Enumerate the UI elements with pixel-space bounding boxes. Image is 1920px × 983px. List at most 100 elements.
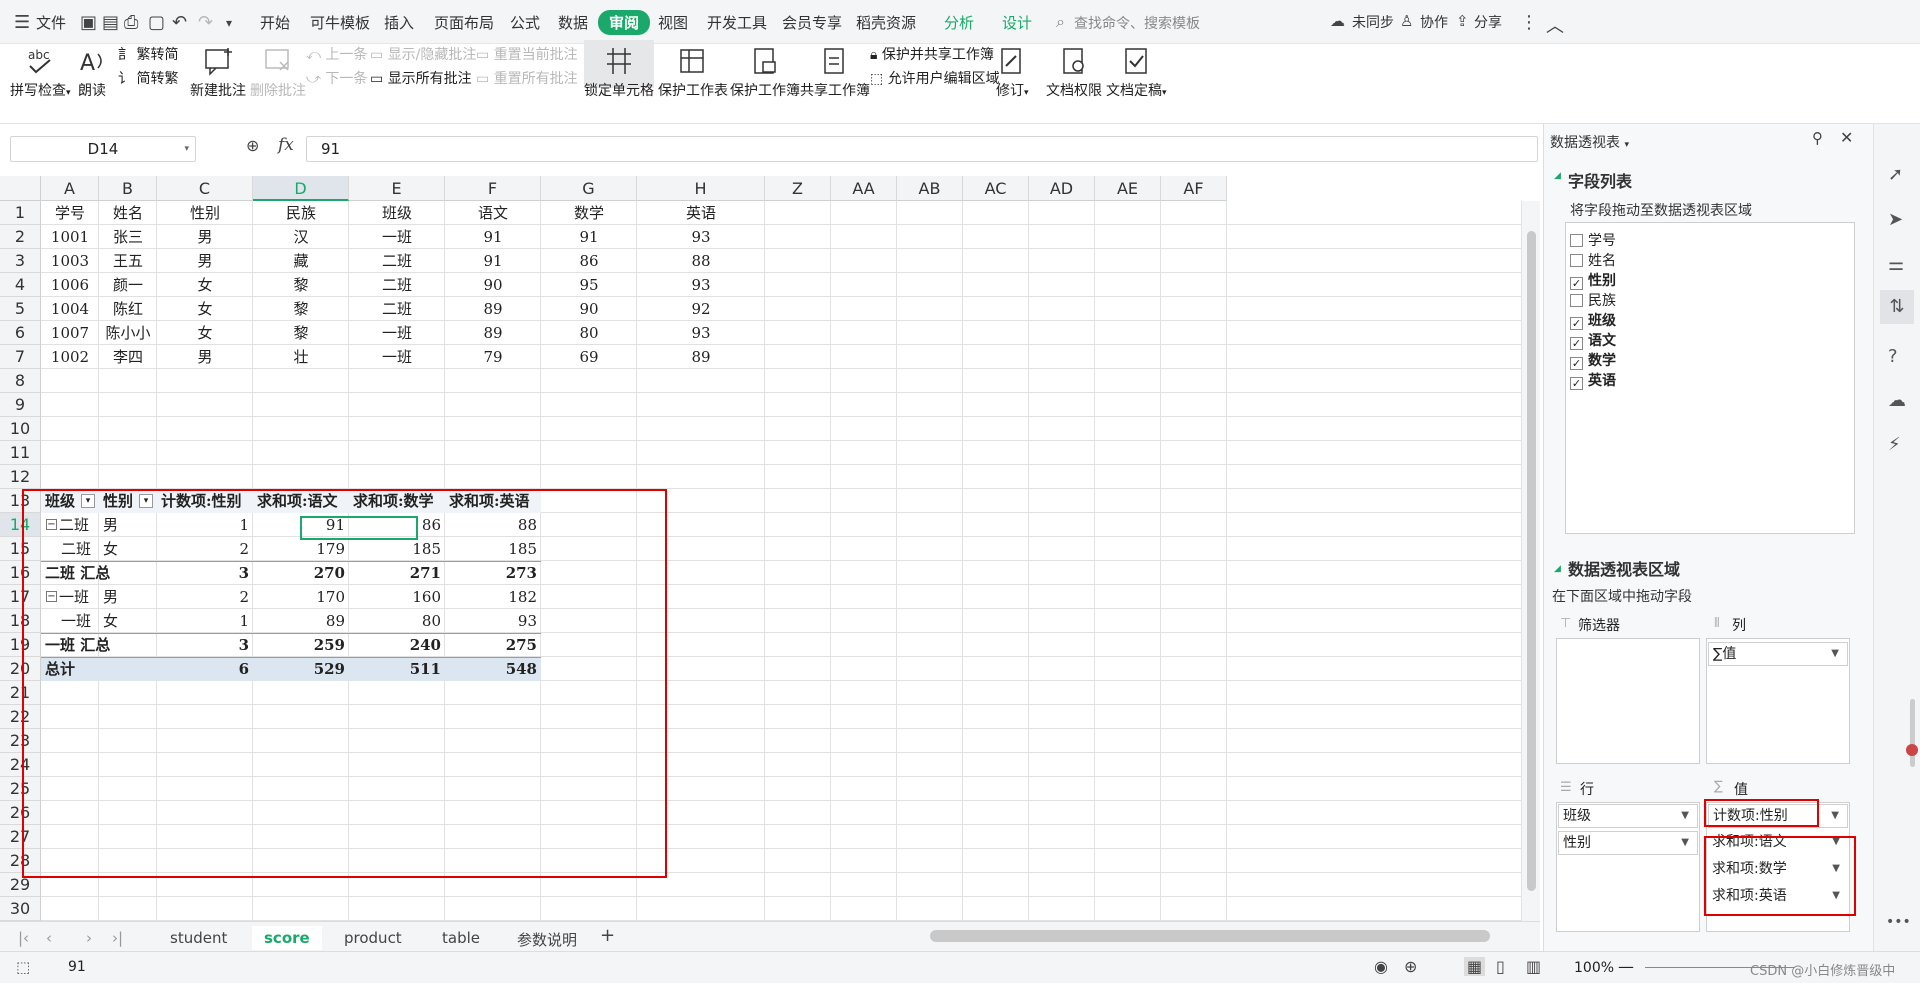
column-header-e[interactable]: E <box>349 176 445 201</box>
table-cell[interactable]: 壮 <box>253 345 349 369</box>
field-item[interactable]: ✓ 语文 <box>1570 330 1616 350</box>
pivot-cell[interactable]: 一班 汇总 <box>41 633 157 657</box>
row-header-25[interactable]: 25 <box>0 777 41 801</box>
value-item-sum-english[interactable]: 求和项:英语 ▼ <box>1708 885 1848 909</box>
table-cell[interactable]: 黎 <box>253 297 349 321</box>
redo-icon[interactable]: ↷ <box>198 12 213 33</box>
tab-formula[interactable]: 公式 <box>510 12 540 33</box>
pivot-cell[interactable]: 271 <box>349 561 445 585</box>
pivot-cell[interactable]: 275 <box>445 633 541 657</box>
settings-sliders-icon[interactable]: ⚌ <box>1888 254 1904 275</box>
pivot-cell[interactable]: 2 <box>157 585 253 609</box>
zoom-formula-icon[interactable]: ⊕ <box>246 136 259 155</box>
header-cell[interactable]: 数学 <box>541 201 637 225</box>
pivot-cell[interactable]: 88 <box>445 513 541 537</box>
pivot-filter-dropdown-icon[interactable]: ▾ <box>139 494 153 508</box>
select-all-corner[interactable] <box>0 176 41 201</box>
vertical-scroll-thumb[interactable] <box>1527 231 1536 891</box>
spreadsheet-grid[interactable]: A B C D E F G H Z AA AB AC AD AE AF 1 2 3 4 5 6 7 8 9 10 11 12 13 1… <box>0 176 1540 921</box>
sync-status[interactable]: 未同步 <box>1352 12 1394 32</box>
row-header-22[interactable]: 22 <box>0 705 41 729</box>
column-header-ac[interactable]: AC <box>963 176 1029 201</box>
value-item-count-gender[interactable]: 计数项:性别 ▼ <box>1708 804 1848 828</box>
select-cursor-icon[interactable]: ➤ <box>1888 209 1903 230</box>
column-header-ad[interactable]: AD <box>1029 176 1095 201</box>
row-header-11[interactable]: 11 <box>0 441 41 465</box>
row-header-18[interactable]: 18 <box>0 609 41 633</box>
table-cell[interactable]: 一班 <box>349 345 445 369</box>
checkbox-checked-icon[interactable]: ✓ <box>1570 337 1583 350</box>
add-sheet-icon[interactable]: + <box>600 925 615 946</box>
column-header-f[interactable]: F <box>445 176 541 201</box>
column-item-values[interactable]: ∑值 ▼ <box>1708 642 1848 666</box>
first-sheet-icon[interactable]: |‹ <box>18 929 29 947</box>
column-header-ae[interactable]: AE <box>1095 176 1161 201</box>
table-cell[interactable]: 89 <box>445 321 541 345</box>
table-cell[interactable]: 黎 <box>253 321 349 345</box>
pivot-cell[interactable]: 273 <box>445 561 541 585</box>
table-cell[interactable]: 91 <box>445 225 541 249</box>
checkbox-checked-icon[interactable]: ✓ <box>1570 357 1583 370</box>
table-cell[interactable]: 1006 <box>41 273 99 297</box>
row-header-15[interactable]: 15 <box>0 537 41 561</box>
row-header-19[interactable]: 19 <box>0 633 41 657</box>
print-preview-icon[interactable]: ▢ <box>148 12 165 33</box>
help-icon[interactable]: ? <box>1888 346 1898 367</box>
sheet-tab-student[interactable]: student <box>170 929 227 947</box>
table-cell[interactable]: 93 <box>637 225 765 249</box>
pivot-cell[interactable]: 185 <box>349 537 445 561</box>
tab-home[interactable]: 开始 <box>260 12 290 33</box>
row-item-gender[interactable]: 性别 ▼ <box>1558 831 1698 855</box>
pivot-cell[interactable]: 2 <box>157 537 253 561</box>
row-item-class[interactable]: 班级 ▼ <box>1558 804 1698 828</box>
table-cell[interactable]: 92 <box>637 297 765 321</box>
header-cell[interactable]: 姓名 <box>99 201 157 225</box>
tab-developer[interactable]: 开发工具 <box>707 12 767 33</box>
sheet-tab-product[interactable]: product <box>344 929 402 947</box>
input-method-icon[interactable]: ⊕ <box>1404 957 1417 976</box>
column-header-aa[interactable]: AA <box>831 176 897 201</box>
table-cell[interactable]: 李四 <box>99 345 157 369</box>
table-cell[interactable]: 86 <box>541 249 637 273</box>
pivot-cell[interactable]: 男 <box>99 585 157 609</box>
trad-to-simp-button[interactable]: 訁 繁转简 <box>118 44 178 64</box>
collapse-ribbon-icon[interactable]: ︿ <box>1546 12 1564 38</box>
row-header-30[interactable]: 30 <box>0 897 41 921</box>
next-sheet-icon[interactable]: › <box>86 929 92 947</box>
field-item[interactable]: 姓名 <box>1570 250 1616 270</box>
spell-check-button[interactable]: abc 拼写检查▾ <box>10 46 71 100</box>
file-menu[interactable]: 文件 <box>36 12 66 33</box>
table-cell[interactable]: 二班 <box>349 249 445 273</box>
tab-docer[interactable]: 稻壳资源 <box>856 12 916 33</box>
row-header-12[interactable]: 12 <box>0 465 41 489</box>
table-cell[interactable]: 1004 <box>41 297 99 321</box>
column-header-ab[interactable]: AB <box>897 176 963 201</box>
table-cell[interactable]: 91 <box>541 225 637 249</box>
header-cell[interactable]: 民族 <box>253 201 349 225</box>
pivot-cell[interactable]: 二班 汇总 <box>41 561 157 585</box>
pivot-cell[interactable]: 女 <box>99 609 157 633</box>
pivot-cell[interactable]: 185 <box>445 537 541 561</box>
row-header-28[interactable]: 28 <box>0 849 41 873</box>
field-item[interactable]: ✓ 班级 <box>1570 310 1616 330</box>
column-header-h[interactable]: H <box>637 176 765 201</box>
table-cell[interactable]: 张三 <box>99 225 157 249</box>
slider-knob[interactable] <box>1906 744 1918 756</box>
column-header-af[interactable]: AF <box>1161 176 1227 201</box>
row-header-6[interactable]: 6 <box>0 321 41 345</box>
hamburger-icon[interactable]: ☰ <box>14 12 30 33</box>
lightning-icon[interactable]: ⚡ <box>1888 434 1901 455</box>
tab-review[interactable]: 审阅 <box>598 10 651 35</box>
table-cell[interactable]: 二班 <box>349 273 445 297</box>
name-box[interactable]: D14 ▾ <box>10 136 196 162</box>
normal-view-icon[interactable]: ▦ <box>1464 957 1486 976</box>
pivot-cell[interactable]: 1 <box>157 609 253 633</box>
protect-book-button[interactable]: 保护工作簿 <box>730 46 800 100</box>
backup-icon[interactable]: ☁ <box>1888 390 1906 411</box>
lock-cell-button[interactable]: 锁定单元格 <box>584 40 654 99</box>
row-header-7[interactable]: 7 <box>0 345 41 369</box>
protect-share-button[interactable]: 🔒︎ 保护并共享工作簿 <box>870 44 994 64</box>
pivot-cell[interactable]: 270 <box>253 561 349 585</box>
row-header-14[interactable]: 14 <box>0 513 41 537</box>
next-comment-button[interactable]: ⤻ 下一条 <box>306 68 367 88</box>
